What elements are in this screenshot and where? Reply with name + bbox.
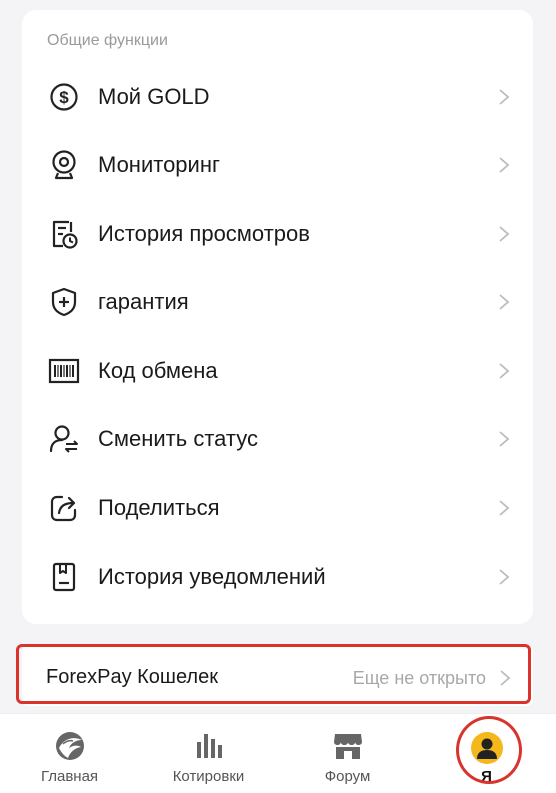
webcam-icon [48, 149, 80, 181]
home-logo-icon [55, 732, 84, 760]
tab-quotes[interactable]: Котировки [139, 714, 278, 793]
chevron-right-icon [499, 431, 510, 447]
tab-forum[interactable]: Форум [278, 714, 417, 793]
tab-label: Форум [324, 768, 371, 785]
chevron-right-icon [499, 226, 510, 242]
menu-item-label: Мониторинг [98, 152, 221, 177]
menu-item-guarantee[interactable]: гарантия [22, 272, 533, 332]
menu-item-share[interactable]: Поделиться [22, 478, 533, 538]
chevron-right-icon [500, 670, 511, 686]
wallet-label: ForexPay Кошелек [46, 666, 218, 688]
svg-text:$: $ [59, 88, 69, 107]
barcode-icon [48, 355, 80, 387]
menu-item-label: Поделиться [98, 495, 220, 520]
tab-label: Главная [40, 768, 99, 785]
chevron-right-icon [499, 157, 510, 173]
tab-label: Котировки [172, 768, 245, 785]
chevron-right-icon [499, 294, 510, 310]
menu-item-label: История уведомлений [98, 564, 326, 589]
menu-item-label: Мой GOLD [98, 84, 210, 109]
wallet-status: Еще не открыто [352, 668, 486, 688]
bar-chart-icon [196, 734, 222, 758]
menu-item-monitoring[interactable]: Мониторинг [22, 135, 533, 195]
tab-home[interactable]: Главная [0, 714, 139, 793]
menu-item-label: История просмотров [98, 221, 310, 246]
section-title: Общие функции [47, 32, 168, 49]
bottom-tab-bar: Главная Котировки Форум Я [0, 713, 556, 793]
avatar-icon [470, 732, 503, 764]
menu-item-label: гарантия [98, 289, 189, 314]
menu-item-change-status[interactable]: Сменить статус [22, 409, 533, 469]
menu-item-label: Сменить статус [98, 426, 258, 451]
menu-item-my-gold[interactable]: $ Мой GOLD [22, 67, 533, 127]
share-icon [48, 492, 80, 524]
history-document-icon [48, 218, 80, 250]
chevron-right-icon [499, 89, 510, 105]
tab-label: Я [481, 768, 492, 785]
menu-item-notification-history[interactable]: История уведомлений [22, 547, 533, 607]
profile-screen: Общие функции $ Мой GOLD Мониторинг Исто… [0, 0, 556, 793]
shield-plus-icon [48, 286, 80, 318]
menu-item-view-history[interactable]: История просмотров [22, 204, 533, 264]
chevron-right-icon [499, 500, 510, 516]
notification-history-icon [48, 561, 80, 593]
menu-item-exchange-code[interactable]: Код обмена [22, 341, 533, 401]
user-switch-icon [48, 423, 80, 455]
chevron-right-icon [499, 569, 510, 585]
dollar-coin-icon: $ [48, 81, 80, 113]
menu-item-label: Код обмена [98, 358, 218, 383]
store-icon [333, 734, 362, 759]
tab-me[interactable]: Я [417, 714, 556, 793]
common-functions-card: Общие функции $ Мой GOLD Мониторинг Исто… [22, 10, 533, 624]
chevron-right-icon [499, 363, 510, 379]
